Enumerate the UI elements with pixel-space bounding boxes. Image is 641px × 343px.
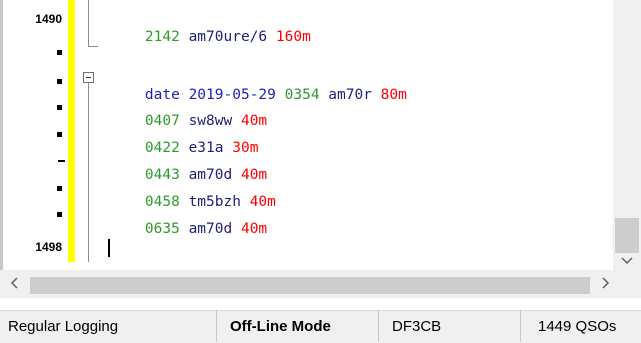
editor-left-border <box>0 0 3 270</box>
status-separator <box>520 310 521 342</box>
line-number-last: 1498 <box>35 240 62 254</box>
text-cursor <box>108 239 110 257</box>
gutter-dot <box>57 212 62 217</box>
vertical-scroll-thumb[interactable] <box>615 218 639 253</box>
fold-guide-end <box>88 46 98 47</box>
qso-band: 80m <box>380 87 407 103</box>
gutter-dot <box>57 132 62 137</box>
status-connection-mode: Off-Line Mode <box>230 318 331 335</box>
scroll-left-icon[interactable] <box>0 270 28 298</box>
status-separator <box>378 310 379 342</box>
scroll-right-icon[interactable] <box>592 270 620 298</box>
status-logging-mode: Regular Logging <box>8 318 119 335</box>
qso-time: 0635 <box>144 221 180 237</box>
qso-band: 160m <box>275 29 311 45</box>
status-separator <box>216 310 217 342</box>
scroll-down-icon[interactable] <box>613 253 641 270</box>
gutter-dot <box>57 105 62 110</box>
status-qso-count: 1449 QSOs <box>538 318 617 335</box>
qso-callsign: am70r <box>328 87 372 103</box>
qso-time: 0354 <box>284 87 320 103</box>
gutter-dot <box>57 50 62 55</box>
fold-guide-line <box>88 83 89 262</box>
line-number-first: 1490 <box>35 12 62 26</box>
horizontal-scroll-thumb[interactable] <box>30 277 590 294</box>
log-editor[interactable]: 1490 1498 2142 am70ure/6 160m date 2019-… <box>0 0 641 270</box>
log-line[interactable]: 2142 am70ure/6 160m <box>110 13 311 61</box>
fold-guide-line <box>88 0 89 46</box>
qso-band: 40m <box>240 221 268 237</box>
changed-lines-marker <box>68 0 75 262</box>
qso-callsign: am70d <box>188 221 233 237</box>
qso-time: 2142 <box>144 29 180 45</box>
qso-callsign: am70ure/6 <box>188 29 268 45</box>
gutter-dot <box>57 186 62 191</box>
fold-collapse-icon[interactable] <box>83 72 94 83</box>
log-line[interactable]: 0635 am70d 40m <box>110 205 267 253</box>
gutter-dash <box>58 160 65 162</box>
gutter-dot <box>57 79 62 84</box>
status-callsign: DF3CB <box>392 318 442 335</box>
